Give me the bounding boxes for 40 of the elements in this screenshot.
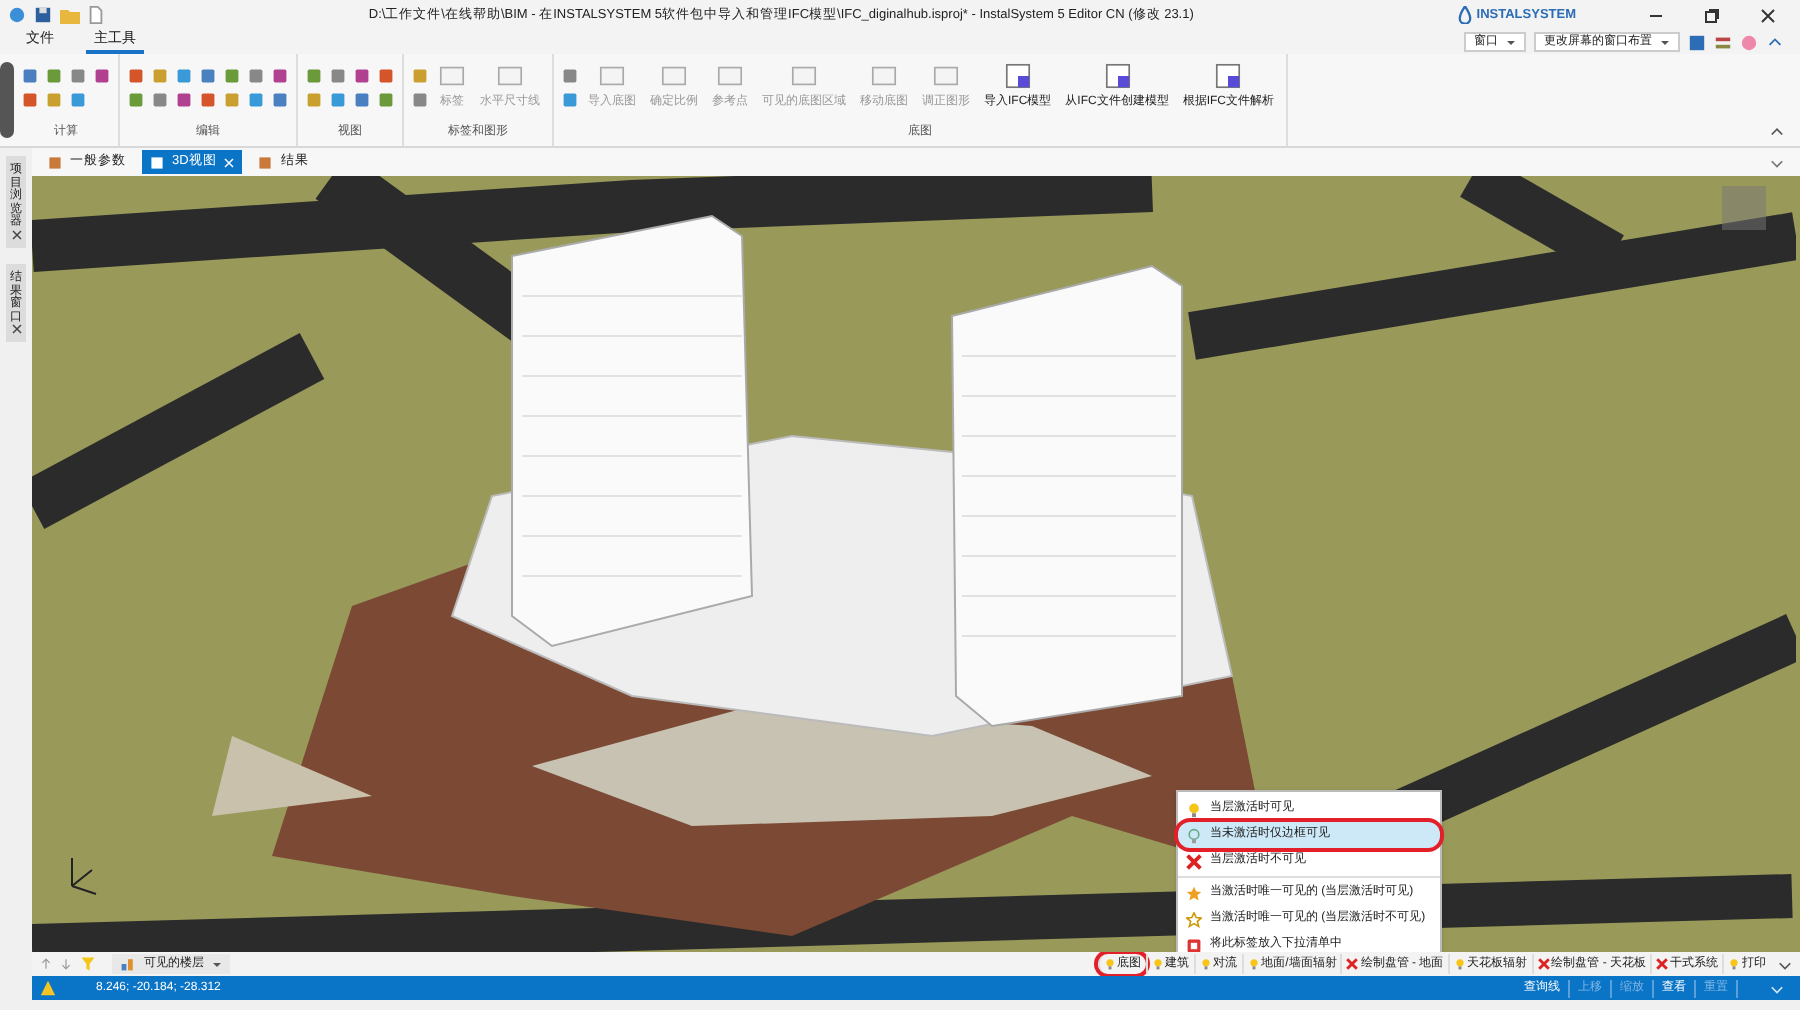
caret-icon: [212, 959, 222, 969]
floors-icon: [120, 956, 136, 972]
bulb-icon: [1103, 958, 1116, 970]
bulb-icon: [1151, 958, 1164, 970]
view-icon: [48, 155, 62, 169]
bulb-icon: [1728, 958, 1740, 970]
view-icon: [258, 155, 273, 169]
collapse-icon[interactable]: [1770, 124, 1784, 138]
tool-icon[interactable]: [1003, 62, 1032, 90]
down-arrow-icon[interactable]: [60, 956, 72, 972]
bulb-icon: [1247, 958, 1260, 970]
cross-icon: [1656, 958, 1668, 970]
drop-logo-icon: [1458, 6, 1473, 24]
caret-icon: [1660, 37, 1670, 47]
view-icon: [150, 155, 164, 169]
bulb-icon: [1186, 801, 1202, 817]
close-icon[interactable]: [1760, 7, 1776, 23]
up-arrow-icon[interactable]: [40, 956, 52, 972]
app-icon[interactable]: [8, 6, 26, 24]
side-panel-handle[interactable]: [0, 62, 14, 138]
dropdown-icon[interactable]: [1770, 155, 1784, 169]
star-icon: [1186, 885, 1202, 901]
warning-icon[interactable]: [40, 980, 56, 996]
restore-icon[interactable]: [1704, 7, 1720, 23]
bulb-outline-icon: [1186, 827, 1202, 843]
bulb-icon: [1453, 958, 1466, 970]
collapse-icon[interactable]: [1766, 33, 1784, 51]
cross-icon: [1186, 853, 1202, 869]
star-outline-icon: [1186, 911, 1202, 927]
tool-icon[interactable]: [1214, 62, 1243, 90]
document-icon[interactable]: [88, 6, 104, 24]
caret-icon: [1506, 37, 1516, 47]
close-icon[interactable]: [11, 324, 21, 335]
cross-icon: [1537, 958, 1550, 970]
save-icon[interactable]: [34, 6, 52, 24]
close-icon[interactable]: [11, 229, 21, 240]
cross-icon: [1346, 958, 1359, 970]
tool-icon[interactable]: [1103, 62, 1131, 90]
folder-icon[interactable]: [60, 6, 80, 24]
bulb-icon: [1199, 958, 1212, 970]
